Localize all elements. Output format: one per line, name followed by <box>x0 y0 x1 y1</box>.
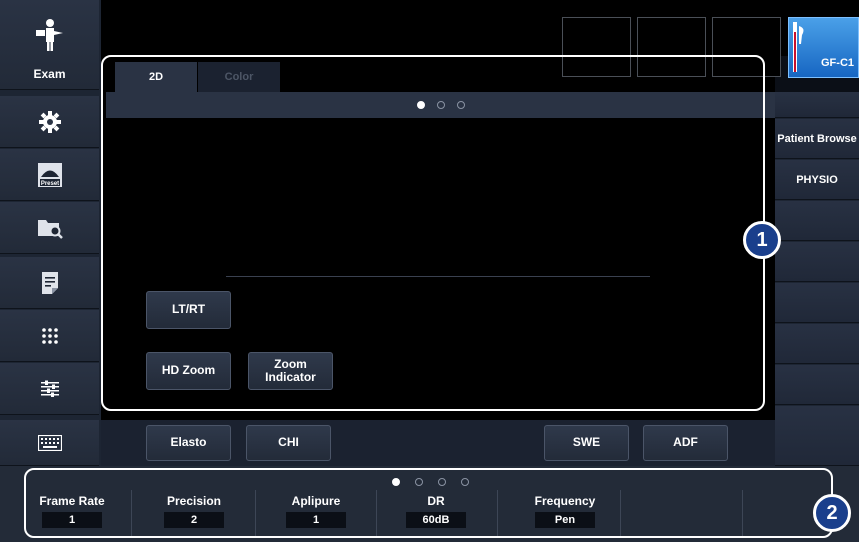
patient-browse-label: Patient Browse <box>777 132 857 145</box>
settings-button[interactable] <box>0 96 99 148</box>
callout-2-number: 2 <box>826 501 838 524</box>
svg-text:Preset: Preset <box>40 181 58 187</box>
exam-label: Exam <box>33 67 66 81</box>
keyboard-button[interactable] <box>0 420 99 466</box>
chi-label: CHI <box>278 435 299 450</box>
patient-browse-button[interactable]: Patient Browse <box>775 119 859 159</box>
callout-1-number: 1 <box>756 228 768 251</box>
exam-person-icon <box>34 18 66 52</box>
apps-button[interactable] <box>0 310 99 362</box>
adf-button[interactable]: ADF <box>643 425 728 461</box>
callout-1-badge: 1 <box>743 221 781 259</box>
right-panel: Patient Browse PHYSIO <box>775 92 859 466</box>
callout-1-frame <box>101 55 765 411</box>
elasto-label: Elasto <box>170 435 207 450</box>
report-icon <box>41 271 59 295</box>
report-button[interactable] <box>0 257 99 309</box>
preset-button[interactable]: Preset <box>0 149 99 201</box>
physio-button[interactable]: PHYSIO <box>775 160 859 200</box>
swe-button[interactable]: SWE <box>544 425 629 461</box>
right-panel-slot[interactable] <box>775 324 859 364</box>
gear-icon <box>38 110 61 133</box>
right-panel-slot[interactable] <box>775 365 859 405</box>
right-panel-slot[interactable] <box>775 283 859 323</box>
left-toolbar: Exam Preset <box>0 0 101 466</box>
right-panel-slot[interactable] <box>775 242 859 282</box>
probe-icon <box>793 22 807 77</box>
browse-button[interactable] <box>0 202 99 254</box>
elasto-button[interactable]: Elasto <box>146 425 231 461</box>
exam-button[interactable]: Exam <box>0 0 99 90</box>
adf-label: ADF <box>673 435 698 450</box>
callout-2-frame <box>24 468 833 538</box>
right-panel-slot[interactable] <box>775 201 859 241</box>
chi-button[interactable]: CHI <box>246 425 331 461</box>
grid-dots-icon <box>41 327 59 345</box>
physio-label: PHYSIO <box>796 173 838 186</box>
right-panel-slot[interactable] <box>775 406 859 466</box>
probe-button[interactable]: GF-C1 <box>788 17 859 78</box>
adjust-button[interactable] <box>0 363 99 415</box>
sliders-icon <box>40 379 60 399</box>
keyboard-icon <box>37 434 62 451</box>
swe-label: SWE <box>572 435 601 450</box>
right-panel-header <box>775 92 859 118</box>
callout-2-badge: 2 <box>813 494 851 532</box>
preset-icon: Preset <box>37 162 63 188</box>
folder-search-icon <box>37 217 63 239</box>
probe-label: GF-C1 <box>821 57 854 69</box>
